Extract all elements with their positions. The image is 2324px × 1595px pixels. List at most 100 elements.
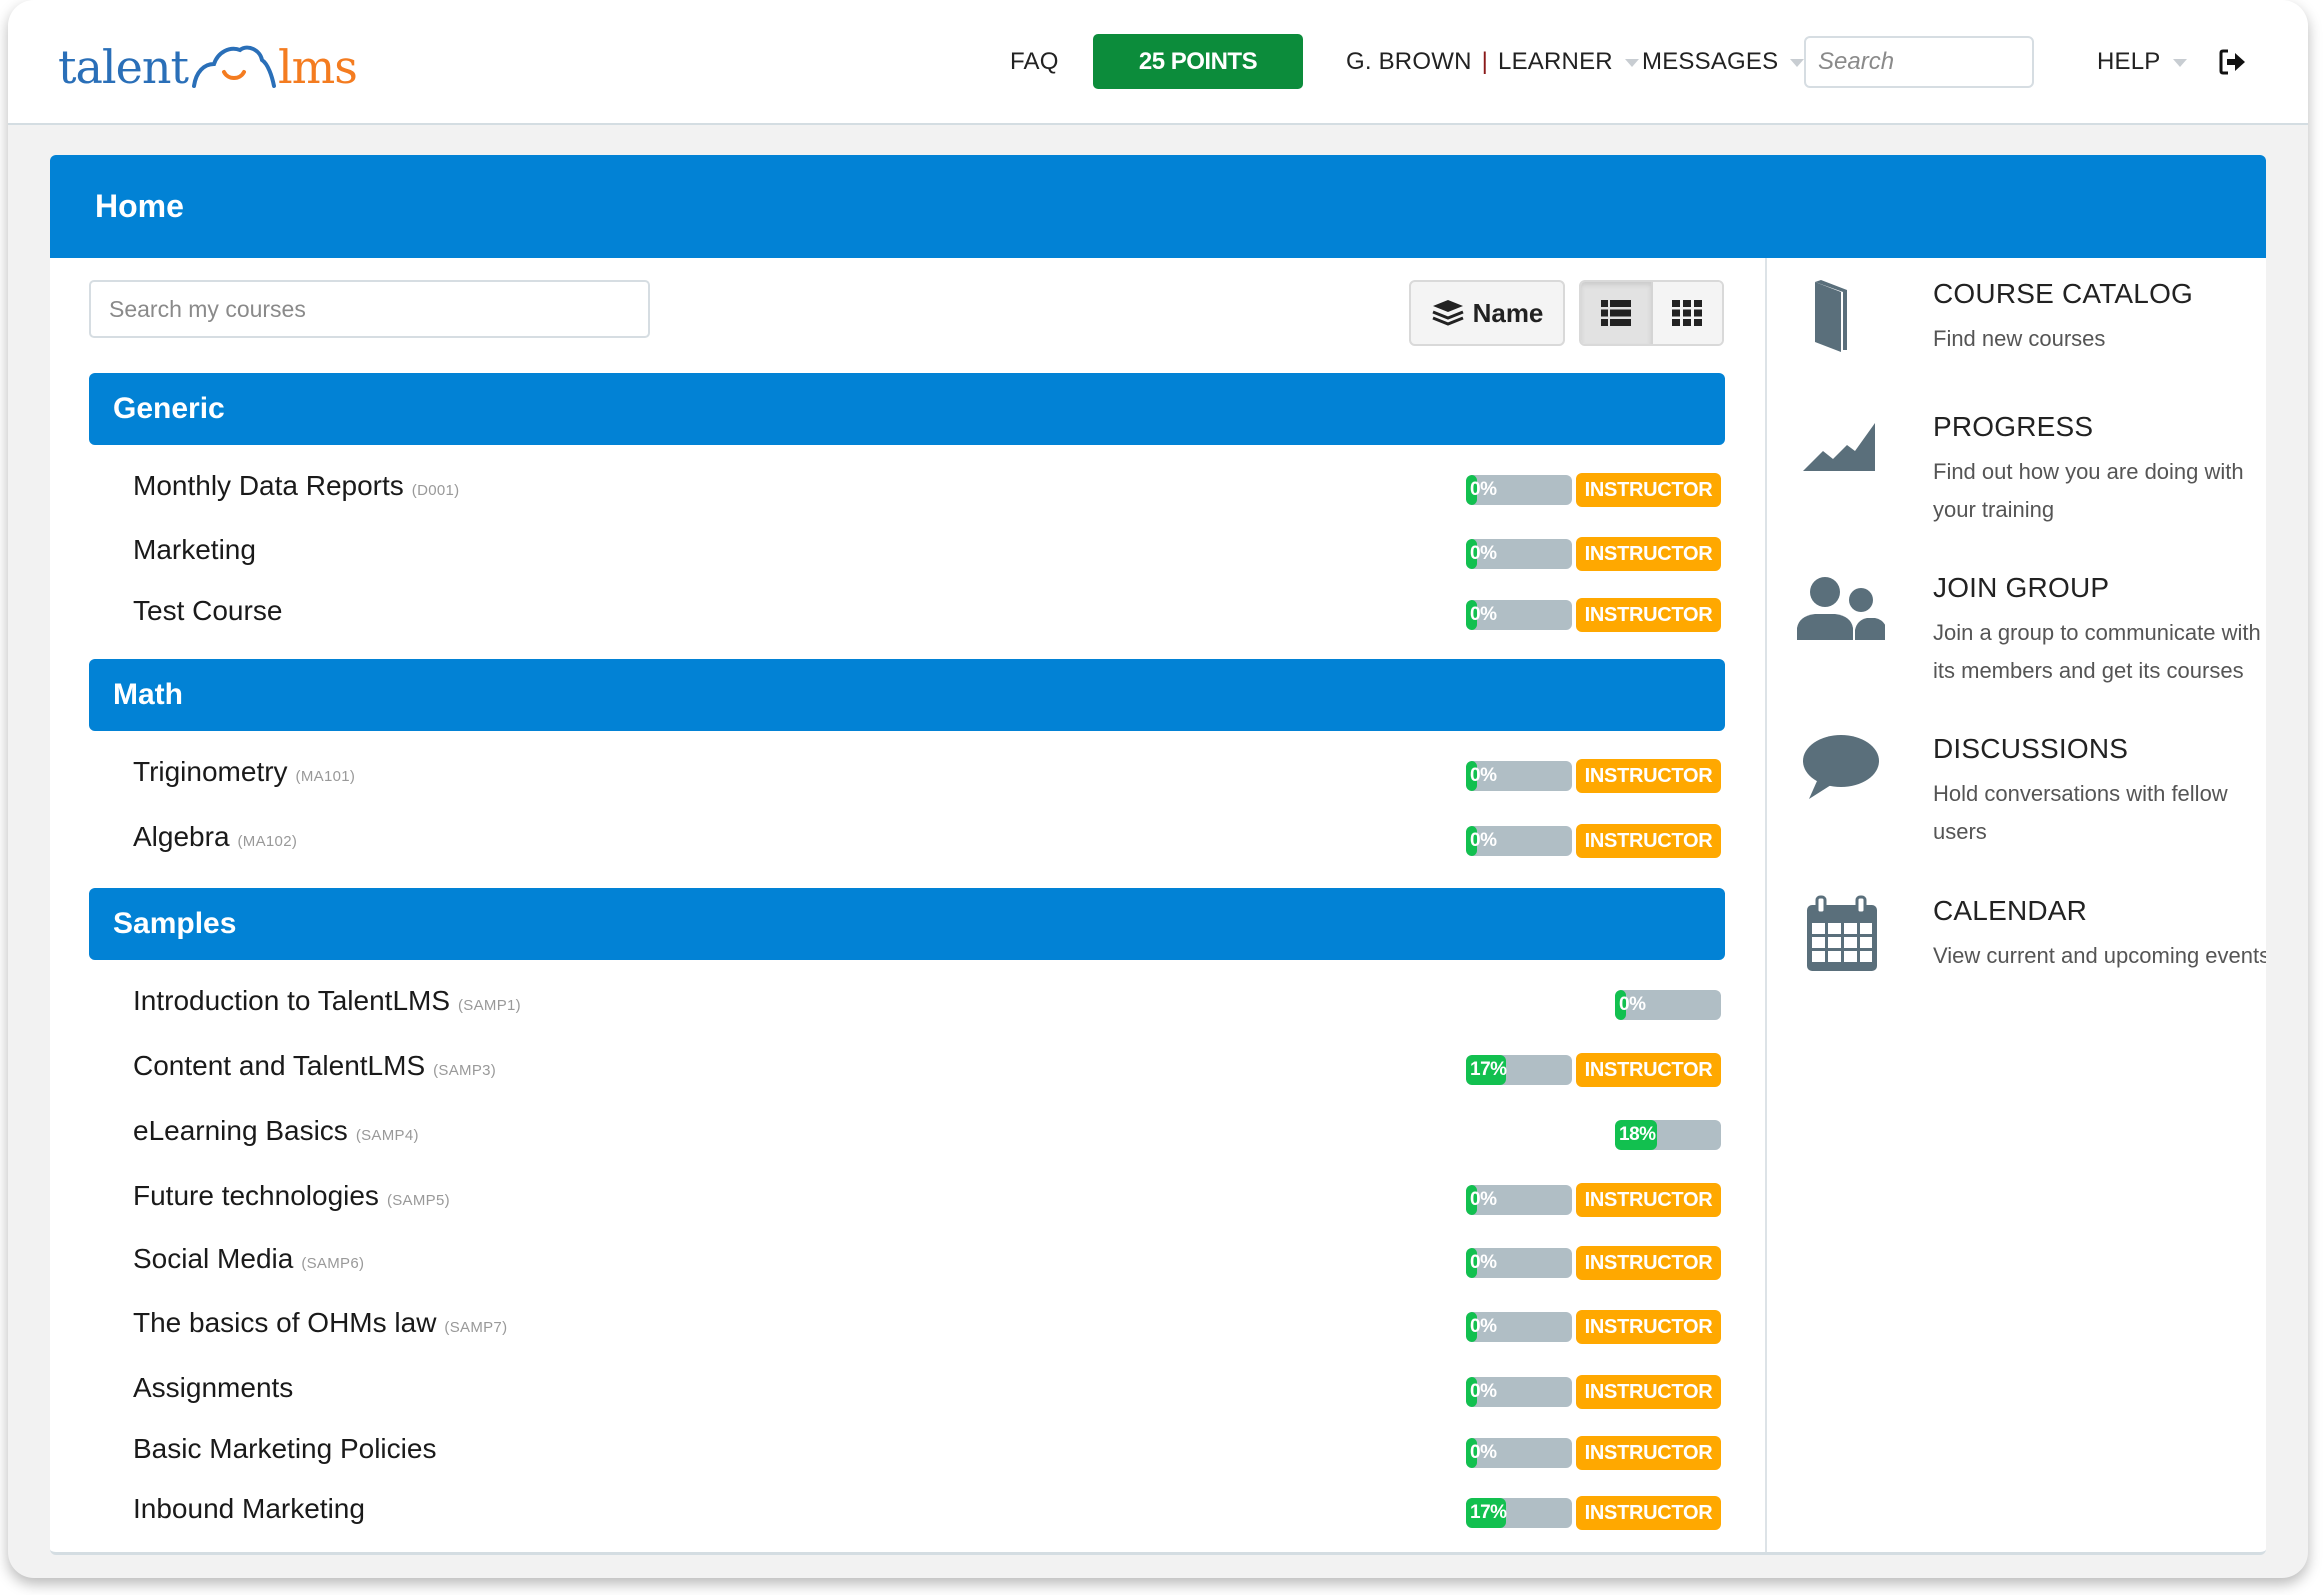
sidebar-description: Join a group to communicate with its mem…	[1933, 620, 2261, 683]
sidebar-description: Hold conversations with fellow users	[1933, 781, 2228, 844]
course-name-link[interactable]: Content and TalentLMS (SAMP3)	[133, 1050, 496, 1082]
course-name-link[interactable]: Marketing	[133, 534, 256, 566]
home-card: Home Name	[50, 155, 2266, 1555]
logo-text-talent: talent	[58, 40, 189, 94]
role-badge[interactable]: INSTRUCTOR	[1576, 759, 1721, 793]
role-badge[interactable]: INSTRUCTOR	[1576, 1310, 1721, 1344]
course-progress-bar: 0%	[1466, 1377, 1572, 1407]
nav-messages-menu[interactable]: MESSAGES	[1642, 48, 1805, 76]
course-progress-bar: 0%	[1466, 539, 1572, 569]
course-code: (SAMP5)	[386, 1192, 450, 1209]
course-row[interactable]: Social Media (SAMP6) 0% INSTRUCTOR	[89, 1235, 1725, 1285]
nav-help-menu[interactable]: HELP	[2097, 48, 2187, 76]
course-progress-bar: 0%	[1466, 600, 1572, 630]
course-name-link[interactable]: Future technologies (SAMP5)	[133, 1180, 450, 1212]
course-row[interactable]: Triginometry (MA101) 0% INSTRUCTOR	[89, 748, 1725, 798]
role-badge[interactable]: INSTRUCTOR	[1576, 598, 1721, 632]
course-name-link[interactable]: Assignments	[133, 1372, 293, 1404]
course-name-link[interactable]: Triginometry (MA101)	[133, 756, 355, 788]
help-label: HELP	[2097, 48, 2161, 75]
app-window: talent lms FAQ 25 POINTS G. BROWN | LEARNE…	[8, 0, 2308, 1578]
course-name-link[interactable]: Inbound Marketing	[133, 1493, 365, 1525]
course-name-link[interactable]: Monthly Data Reports (D001)	[133, 470, 459, 502]
progress-label: 0%	[1470, 604, 1497, 625]
category-header-math[interactable]: Math	[89, 659, 1725, 731]
course-title: Introduction to TalentLMS	[133, 985, 451, 1016]
course-row[interactable]: Future technologies (SAMP5) 0% INSTRUCTOR	[89, 1172, 1725, 1222]
nav-user-menu[interactable]: G. BROWN | LEARNER	[1346, 48, 1639, 76]
role-badge[interactable]: INSTRUCTOR	[1576, 1375, 1721, 1409]
role-badge[interactable]: INSTRUCTOR	[1576, 473, 1721, 507]
global-search-input[interactable]	[1804, 36, 2034, 88]
area-chart-icon	[1803, 423, 1875, 471]
course-name-link[interactable]: Algebra (MA102)	[133, 821, 297, 853]
user-name: G. BROWN	[1346, 48, 1472, 75]
course-row[interactable]: Content and TalentLMS (SAMP3) 17% INSTRUCTO…	[89, 1042, 1725, 1092]
course-row[interactable]: The basics of OHMs law (SAMP7) 0% INSTRUCTO…	[89, 1299, 1725, 1349]
course-row[interactable]: eLearning Basics (SAMP4) 18%	[89, 1107, 1725, 1157]
course-row[interactable]: Monthly Data Reports (D001) 0% INSTRUCTOR	[89, 462, 1725, 512]
course-search-input[interactable]	[89, 280, 650, 338]
sort-by-name-button[interactable]: Name	[1409, 280, 1565, 346]
sidebar-title: JOIN GROUP	[1933, 572, 2110, 603]
course-title: Basic Marketing Policies	[133, 1433, 437, 1464]
course-row[interactable]: Inbound Marketing 17% INSTRUCTOR	[89, 1485, 1725, 1535]
course-name-link[interactable]: Introduction to TalentLMS (SAMP1)	[133, 985, 521, 1017]
caret-down-icon	[2172, 58, 2187, 67]
top-header: talent lms FAQ 25 POINTS G. BROWN | LEARNE…	[8, 0, 2308, 125]
course-progress-bar: 0%	[1615, 990, 1721, 1020]
course-name-link[interactable]: Social Media (SAMP6)	[133, 1243, 364, 1275]
role-badge[interactable]: INSTRUCTOR	[1576, 1053, 1721, 1087]
view-mode-toggle	[1579, 280, 1724, 346]
list-icon	[1600, 300, 1631, 326]
progress-label: 0%	[1470, 1381, 1497, 1402]
course-progress-bar: 18%	[1615, 1120, 1721, 1150]
sign-out-icon[interactable]	[2218, 47, 2248, 77]
role-badge[interactable]: INSTRUCTOR	[1576, 824, 1721, 858]
role-badge[interactable]: INSTRUCTOR	[1576, 1436, 1721, 1470]
course-progress-bar: 0%	[1466, 1185, 1572, 1215]
list-view-button[interactable]	[1581, 282, 1653, 344]
course-title: Test Course	[133, 595, 283, 626]
sidebar-description: Find out how you are doing with your tra…	[1933, 459, 2244, 522]
course-name-link[interactable]: eLearning Basics (SAMP4)	[133, 1115, 419, 1147]
course-row[interactable]: Basic Marketing Policies 0% INSTRUCTOR	[89, 1425, 1725, 1475]
course-progress-bar: 17%	[1466, 1498, 1572, 1528]
page-title: Home	[50, 155, 2266, 258]
caret-down-icon	[1790, 58, 1805, 67]
course-row[interactable]: Assignments 0% INSTRUCTOR	[89, 1364, 1725, 1414]
role-badge[interactable]: INSTRUCTOR	[1576, 1496, 1721, 1530]
role-badge[interactable]: INSTRUCTOR	[1576, 1246, 1721, 1280]
role-badge[interactable]: INSTRUCTOR	[1576, 1183, 1721, 1217]
sidebar-title: PROGRESS	[1933, 411, 2094, 442]
course-name-link[interactable]: Test Course	[133, 595, 282, 627]
course-name-link[interactable]: Basic Marketing Policies	[133, 1433, 436, 1465]
progress-label: 18%	[1619, 1124, 1656, 1145]
category-header-generic[interactable]: Generic	[89, 373, 1725, 445]
course-title: eLearning Basics	[133, 1115, 348, 1146]
course-row[interactable]: Introduction to TalentLMS (SAMP1) 0%	[89, 977, 1725, 1027]
talentlms-logo[interactable]: talent lms	[58, 30, 358, 94]
course-row[interactable]: Algebra (MA102) 0% INSTRUCTOR	[89, 813, 1725, 863]
course-title: Social Media	[133, 1243, 294, 1274]
grid-view-button[interactable]	[1652, 282, 1722, 344]
course-code: (D001)	[411, 482, 460, 499]
points-button[interactable]: 25 POINTS	[1093, 34, 1303, 89]
sidebar-description: View current and upcoming events	[1933, 943, 2266, 968]
course-row[interactable]: Marketing 0% INSTRUCTOR	[89, 526, 1725, 576]
book-icon	[1815, 280, 1847, 352]
course-title: Assignments	[133, 1372, 294, 1403]
course-progress-bar: 0%	[1466, 1248, 1572, 1278]
calendar-icon	[1807, 895, 1877, 971]
nav-faq-link[interactable]: FAQ	[1010, 48, 1059, 76]
course-code: (SAMP4)	[355, 1127, 419, 1144]
caret-down-icon	[1624, 58, 1639, 67]
course-title: Marketing	[133, 534, 256, 565]
course-progress-bar: 17%	[1466, 1055, 1572, 1085]
role-badge[interactable]: INSTRUCTOR	[1576, 537, 1721, 571]
course-progress-bar: 0%	[1466, 761, 1572, 791]
course-row[interactable]: Test Course 0% INSTRUCTOR	[89, 587, 1725, 637]
progress-label: 0%	[1470, 1316, 1497, 1337]
category-header-samples[interactable]: Samples	[89, 888, 1725, 960]
course-name-link[interactable]: The basics of OHMs law (SAMP7)	[133, 1307, 507, 1339]
